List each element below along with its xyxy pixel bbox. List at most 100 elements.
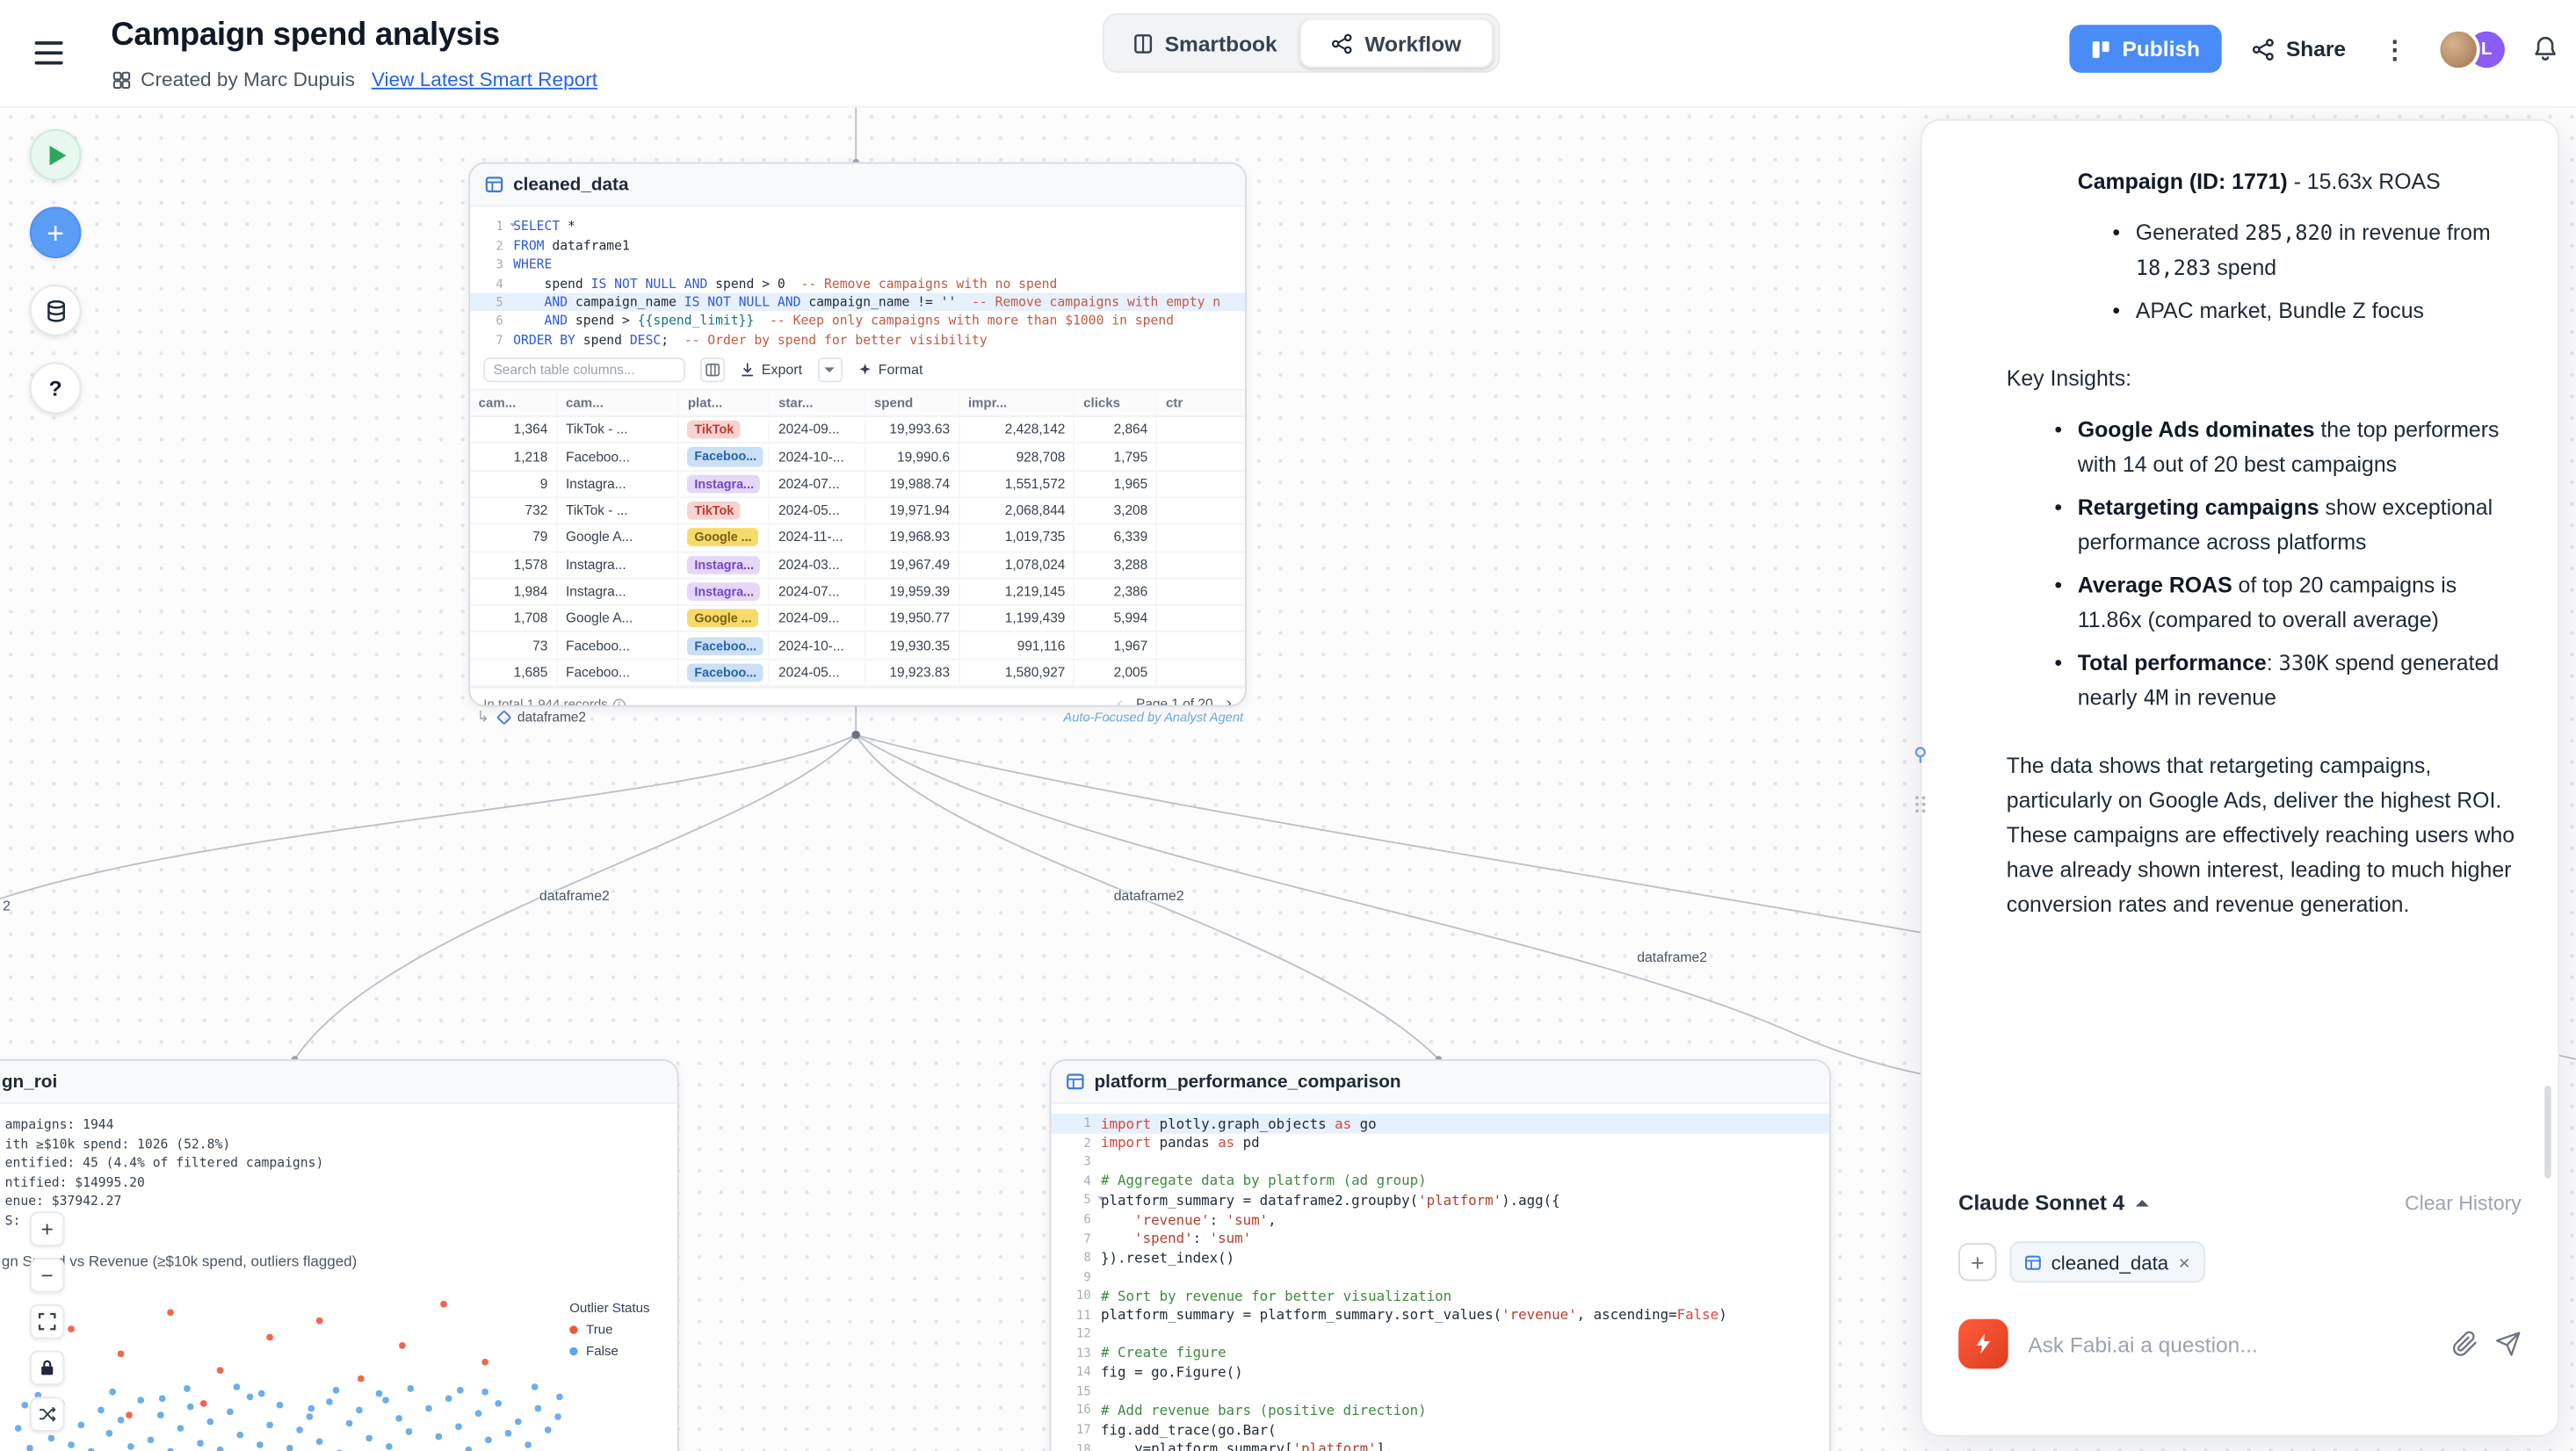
code-line[interactable]: 5 AND campaign_name IS NOT NULL AND camp… [470, 292, 1245, 312]
table-cell: Faceboo... [558, 633, 680, 659]
python-code[interactable]: 1import plotly.graph_objects as go2impor… [1052, 1104, 1830, 1451]
code-line[interactable]: 5platform_summary = dataframe2.groupby('… [1052, 1190, 1830, 1209]
column-header[interactable]: spend [865, 391, 959, 415]
add-context-button[interactable]: + [1958, 1243, 1996, 1281]
zoom-in-button[interactable]: + [30, 1211, 65, 1246]
export-dropdown[interactable] [817, 357, 842, 381]
code-line[interactable]: 8}).reset_index() [1052, 1247, 1830, 1267]
add-node-button[interactable]: + [30, 207, 81, 258]
code-line[interactable]: 3WHERE [470, 255, 1245, 274]
code-line[interactable]: 17fig.add_trace(go.Bar( [1052, 1419, 1830, 1439]
column-header[interactable]: impr... [959, 391, 1075, 415]
code-line[interactable]: 1import plotly.graph_objects as go [1052, 1114, 1830, 1133]
table-row[interactable]: 1,984Instagra...Instagra...2024-07...19,… [470, 579, 1245, 606]
format-button[interactable]: Format [857, 361, 923, 378]
columns-button[interactable] [700, 357, 725, 381]
table-row[interactable]: 9Instagra...Instagra...2024-07...19,988.… [470, 471, 1245, 498]
code-line[interactable]: 11platform_summary = platform_summary.so… [1052, 1305, 1830, 1325]
code-line[interactable]: 6 AND spend > {{spend_limit}} -- Keep on… [470, 312, 1245, 331]
line-number: 4 [1052, 1173, 1102, 1188]
code-line[interactable]: 2FROM dataframe1 [470, 235, 1245, 255]
zoom-out-button[interactable]: − [30, 1258, 65, 1293]
table-row[interactable]: 732TikTok - ...TikTok2024-05...19,971.94… [470, 498, 1245, 525]
column-header[interactable]: cam... [558, 391, 680, 415]
search-input[interactable] [483, 357, 685, 381]
scatter-point [109, 1389, 115, 1395]
more-options-button[interactable]: ⋮ [2376, 34, 2413, 64]
menu-icon[interactable] [35, 35, 71, 69]
code-line[interactable]: 9 [1052, 1267, 1830, 1286]
table-row[interactable]: 1,708Google A...Google ...2024-09...19,9… [470, 606, 1245, 633]
chat-bullet: APAC market, Bundle Z focus [2112, 293, 2518, 328]
scatter-point [236, 1432, 242, 1438]
column-header[interactable]: cam... [470, 391, 557, 415]
table-row[interactable]: 1,685Faceboo...Faceboo...2024-05...19,92… [470, 660, 1245, 687]
next-page-button[interactable]: › [1226, 695, 1232, 706]
output-dataframe-chip[interactable]: ↳ dataframe2 [477, 708, 586, 726]
code-line[interactable]: 4 spend IS NOT NULL AND spend > 0 -- Rem… [470, 273, 1245, 292]
info-icon[interactable] [612, 697, 626, 706]
tab-workflow[interactable]: Workflow [1299, 18, 1493, 69]
send-button[interactable] [2495, 1331, 2522, 1357]
chat-input[interactable] [2024, 1330, 2435, 1358]
run-workflow-button[interactable] [30, 129, 81, 180]
table-row[interactable]: 79Google A...Google ...2024-11-...19,968… [470, 525, 1245, 552]
column-header[interactable]: star... [771, 391, 866, 415]
shuffle-layout-button[interactable] [30, 1397, 65, 1432]
scatter-point [98, 1407, 104, 1413]
prev-page-button[interactable]: ‹ [1118, 695, 1123, 706]
sql-code[interactable]: 1SELECT *2FROM dataframe13WHERE4 spend I… [470, 207, 1245, 350]
data-sources-button[interactable] [30, 285, 81, 336]
code-line[interactable]: 1SELECT * [470, 217, 1245, 236]
attach-button[interactable] [2452, 1331, 2478, 1357]
code-line[interactable]: 15 [1052, 1382, 1830, 1401]
code-line[interactable]: 13# Create figure [1052, 1343, 1830, 1362]
node-header[interactable]: platform_performance_comparison [1052, 1061, 1830, 1104]
notifications-button[interactable] [2531, 35, 2559, 63]
code-line[interactable]: 7ORDER BY spend DESC; -- Order by spend … [470, 330, 1245, 350]
context-chip[interactable]: cleaned_data × [2010, 1241, 2205, 1282]
node-header[interactable]: gn_roi [0, 1061, 677, 1104]
node-platform-performance[interactable]: platform_performance_comparison 1import … [1050, 1059, 1831, 1451]
node-cleaned-data[interactable]: cleaned_data 1SELECT *2FROM dataframe13W… [468, 162, 1247, 707]
code-line[interactable]: 3 [1052, 1152, 1830, 1172]
table-row[interactable]: 1,218Faceboo...Faceboo...2024-10-...19,9… [470, 444, 1245, 472]
chat-scrollbar[interactable] [2544, 1086, 2551, 1179]
code-line[interactable]: 18 y=platform_summary['platform'], [1052, 1439, 1830, 1451]
table-row[interactable]: 1,578Instagra...Instagra...2024-03...19,… [470, 552, 1245, 580]
publish-button[interactable]: Publish [2069, 25, 2221, 73]
column-header[interactable]: clicks [1075, 391, 1158, 415]
edge-port-dot[interactable] [851, 731, 859, 739]
code-line[interactable]: 16# Add revenue bars (positive direction… [1052, 1401, 1830, 1420]
code-line[interactable]: 14fig = go.Figure() [1052, 1362, 1830, 1382]
column-header[interactable]: ctr [1158, 391, 1245, 415]
table-row[interactable]: 1,364TikTok - ...TikTok2024-09...19,993.… [470, 417, 1245, 444]
help-button[interactable]: ? [30, 363, 81, 414]
table-row[interactable]: 73Faceboo...Faceboo...2024-10-...19,930.… [470, 633, 1245, 661]
collaborator-avatars: L [2437, 27, 2508, 70]
scatter-point [258, 1390, 264, 1397]
code-line[interactable]: 6 'revenue': 'sum', [1052, 1209, 1830, 1229]
fit-view-button[interactable] [30, 1304, 65, 1339]
code-line[interactable]: 2import pandas as pd [1052, 1133, 1830, 1152]
panel-anchor-icon[interactable] [1910, 745, 1930, 765]
node-campaign-roi[interactable]: gn_roi ampaigns: 1944ith ≥$10k spend: 10… [0, 1059, 679, 1451]
avatar[interactable] [2437, 27, 2480, 70]
column-header[interactable]: plat... [679, 391, 770, 415]
code-line[interactable]: 12 [1052, 1324, 1830, 1343]
lock-button[interactable] [30, 1351, 65, 1386]
panel-drag-handle[interactable] [1914, 794, 1927, 814]
smart-report-link[interactable]: View Latest Smart Report [372, 68, 597, 90]
tab-smartbook[interactable]: Smartbook [1109, 20, 1299, 67]
model-selector[interactable]: Claude Sonnet 4 [1958, 1190, 2149, 1215]
clear-history-button[interactable]: Clear History [2405, 1191, 2522, 1214]
node-header[interactable]: cleaned_data [470, 164, 1245, 207]
remove-context-icon[interactable]: × [2178, 1251, 2189, 1274]
share-button[interactable]: Share [2245, 36, 2353, 61]
export-button[interactable]: Export [740, 361, 802, 378]
code-line[interactable]: 7 'spend': 'sum' [1052, 1229, 1830, 1248]
edge-label: dataframe2 [539, 887, 610, 904]
page-indicator: Page 1 of 20 [1136, 697, 1213, 706]
code-line[interactable]: 4# Aggregate data by platform (ad group) [1052, 1171, 1830, 1190]
code-line[interactable]: 10# Sort by revenue for better visualiza… [1052, 1286, 1830, 1305]
